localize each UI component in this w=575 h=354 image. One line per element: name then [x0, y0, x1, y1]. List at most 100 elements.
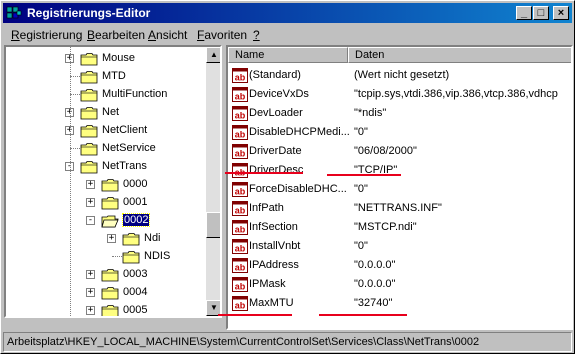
menu-favoriten[interactable]: Favoriten	[197, 28, 247, 42]
value-name: IPMask	[249, 278, 286, 290]
value-row[interactable]: ab ForceDisableDHC... "0"	[228, 180, 571, 199]
expand-icon[interactable]: +	[86, 270, 95, 279]
tree-item-0003[interactable]: +0003	[6, 266, 206, 284]
svg-text:ab: ab	[235, 149, 246, 159]
value-row[interactable]: ab DriverDate "06/08/2000"	[228, 142, 571, 161]
folder-icon	[80, 52, 98, 66]
value-name: IPAddress	[249, 259, 299, 271]
string-value-icon: ab	[232, 125, 248, 140]
expand-icon[interactable]: +	[86, 198, 95, 207]
svg-text:ab: ab	[235, 206, 246, 216]
maximize-button[interactable]: □	[533, 6, 549, 20]
value-name: ForceDisableDHC...	[249, 183, 347, 195]
svg-text:ab: ab	[235, 225, 246, 235]
minimize-button[interactable]: _	[516, 6, 532, 20]
folder-icon	[101, 304, 119, 316]
tree-item-mtd[interactable]: MTD	[6, 68, 206, 86]
value-name: DevLoader	[249, 107, 303, 119]
tree-item-label: 0000	[123, 178, 148, 190]
close-button[interactable]: ×	[553, 6, 569, 20]
menu-ansicht[interactable]: Ansicht	[148, 28, 187, 42]
expand-icon[interactable]: +	[107, 234, 116, 243]
folder-icon	[101, 178, 119, 192]
tree-item-label: NetClient	[102, 124, 148, 136]
string-value-icon: ab	[232, 182, 248, 197]
tree-vertical-scrollbar[interactable]: ▲ ▼	[206, 47, 220, 316]
column-header-data[interactable]: Daten	[348, 47, 571, 63]
collapse-icon[interactable]: -	[86, 216, 95, 225]
value-data: "06/08/2000"	[354, 145, 417, 157]
string-value-icon: ab	[232, 163, 248, 178]
registry-editor-icon	[6, 6, 22, 19]
value-name: DriverDesc	[249, 164, 304, 176]
tree-item-label: MTD	[102, 70, 126, 82]
folder-icon	[80, 142, 98, 156]
tree-item-label: Mouse	[102, 52, 136, 64]
folder-icon	[80, 106, 98, 120]
tree-item-mouse[interactable]: + Mouse	[6, 50, 206, 68]
tree-connector-line	[70, 76, 80, 77]
menu-bar: Registrierung Bearbeiten Ansicht Favorit…	[3, 25, 572, 43]
tree-item-label: 0005	[123, 304, 148, 316]
tree-item-0001[interactable]: +0001	[6, 194, 206, 212]
value-list-pane[interactable]: Name Daten ab (Standard) (Wert nicht geset…	[226, 45, 573, 330]
tree-item-0005[interactable]: +0005	[6, 302, 206, 316]
tree-item-label: NetService	[102, 142, 156, 154]
column-header-name[interactable]: Name	[228, 47, 348, 63]
key-tree-pane[interactable]: + Mouse MTD MultiFunction + Net + NetClient NetS…	[4, 45, 222, 318]
value-row[interactable]: ab DeviceVxDs "tcpip.sys,vtdi.386,vip.386,…	[228, 85, 571, 104]
value-row[interactable]: ab IPAddress "0.0.0.0"	[228, 256, 571, 275]
value-name: InfPath	[249, 202, 284, 214]
expand-icon[interactable]: +	[86, 288, 95, 297]
folder-icon	[80, 160, 98, 174]
value-name: (Standard)	[249, 69, 301, 81]
value-row[interactable]: ab DevLoader "*ndis"	[228, 104, 571, 123]
value-data: "NETTRANS.INF"	[354, 202, 442, 214]
tree-item-0002[interactable]: - 0002	[6, 212, 206, 230]
tree-scroll-up-button[interactable]: ▲	[206, 47, 220, 63]
tree-item-netservice[interactable]: NetService	[6, 140, 206, 158]
value-row[interactable]: ab DisableDHCPMedi... "0"	[228, 123, 571, 142]
folder-icon	[122, 250, 140, 264]
value-row[interactable]: ab InfPath "NETTRANS.INF"	[228, 199, 571, 218]
value-data: "0"	[354, 183, 368, 195]
value-row[interactable]: ab InfSection "MSTCP.ndi"	[228, 218, 571, 237]
value-data: "MSTCP.ndi"	[354, 221, 417, 233]
value-row[interactable]: abDriverDesc"TCP/IP"	[228, 161, 571, 180]
string-value-icon: ab	[232, 296, 248, 311]
expand-icon[interactable]: +	[86, 306, 95, 315]
tree-item-nettrans[interactable]: - NetTrans	[6, 158, 206, 176]
string-value-icon: ab	[232, 68, 248, 83]
svg-text:ab: ab	[235, 111, 246, 121]
folder-icon	[101, 196, 119, 210]
registry-editor-window: Registrierungs-Editor _ □ × Registrierun…	[0, 0, 575, 354]
string-value-icon: ab	[232, 106, 248, 121]
menu-help[interactable]: ?	[253, 28, 260, 42]
tree-item-0004[interactable]: +0004	[6, 284, 206, 302]
value-row[interactable]: ab InstallVnbt "0"	[228, 237, 571, 256]
string-value-icon: ab	[232, 144, 248, 159]
value-data: "*ndis"	[354, 107, 387, 119]
tree-connector-line	[70, 94, 80, 95]
tree-item-ndis[interactable]: NDIS	[6, 248, 206, 266]
folder-icon	[80, 70, 98, 84]
tree-item-ndi[interactable]: + Ndi	[6, 230, 206, 248]
value-row[interactable]: ab IPMask "0.0.0.0"	[228, 275, 571, 294]
value-data: "0.0.0.0"	[354, 259, 396, 271]
annotation-underline-maxmtu-data	[319, 314, 407, 316]
tree-scroll-thumb[interactable]	[206, 212, 220, 238]
string-value-icon: ab	[232, 87, 248, 102]
tree-item-net[interactable]: + Net	[6, 104, 206, 122]
title-bar[interactable]: Registrierungs-Editor _ □ ×	[3, 3, 572, 23]
tree-item-netclient[interactable]: + NetClient	[6, 122, 206, 140]
tree-item-0000[interactable]: +0000	[6, 176, 206, 194]
menu-registrierung[interactable]: Registrierung	[11, 28, 82, 42]
expand-icon[interactable]: +	[86, 180, 95, 189]
tree-item-multifunction[interactable]: MultiFunction	[6, 86, 206, 104]
value-row[interactable]: ab MaxMTU "32740"	[228, 294, 571, 313]
value-name: InfSection	[249, 221, 298, 233]
value-name: MaxMTU	[249, 297, 294, 309]
value-row[interactable]: ab (Standard) (Wert nicht gesetzt)	[228, 66, 571, 85]
menu-bearbeiten[interactable]: Bearbeiten	[87, 28, 145, 42]
svg-text:ab: ab	[235, 282, 246, 292]
